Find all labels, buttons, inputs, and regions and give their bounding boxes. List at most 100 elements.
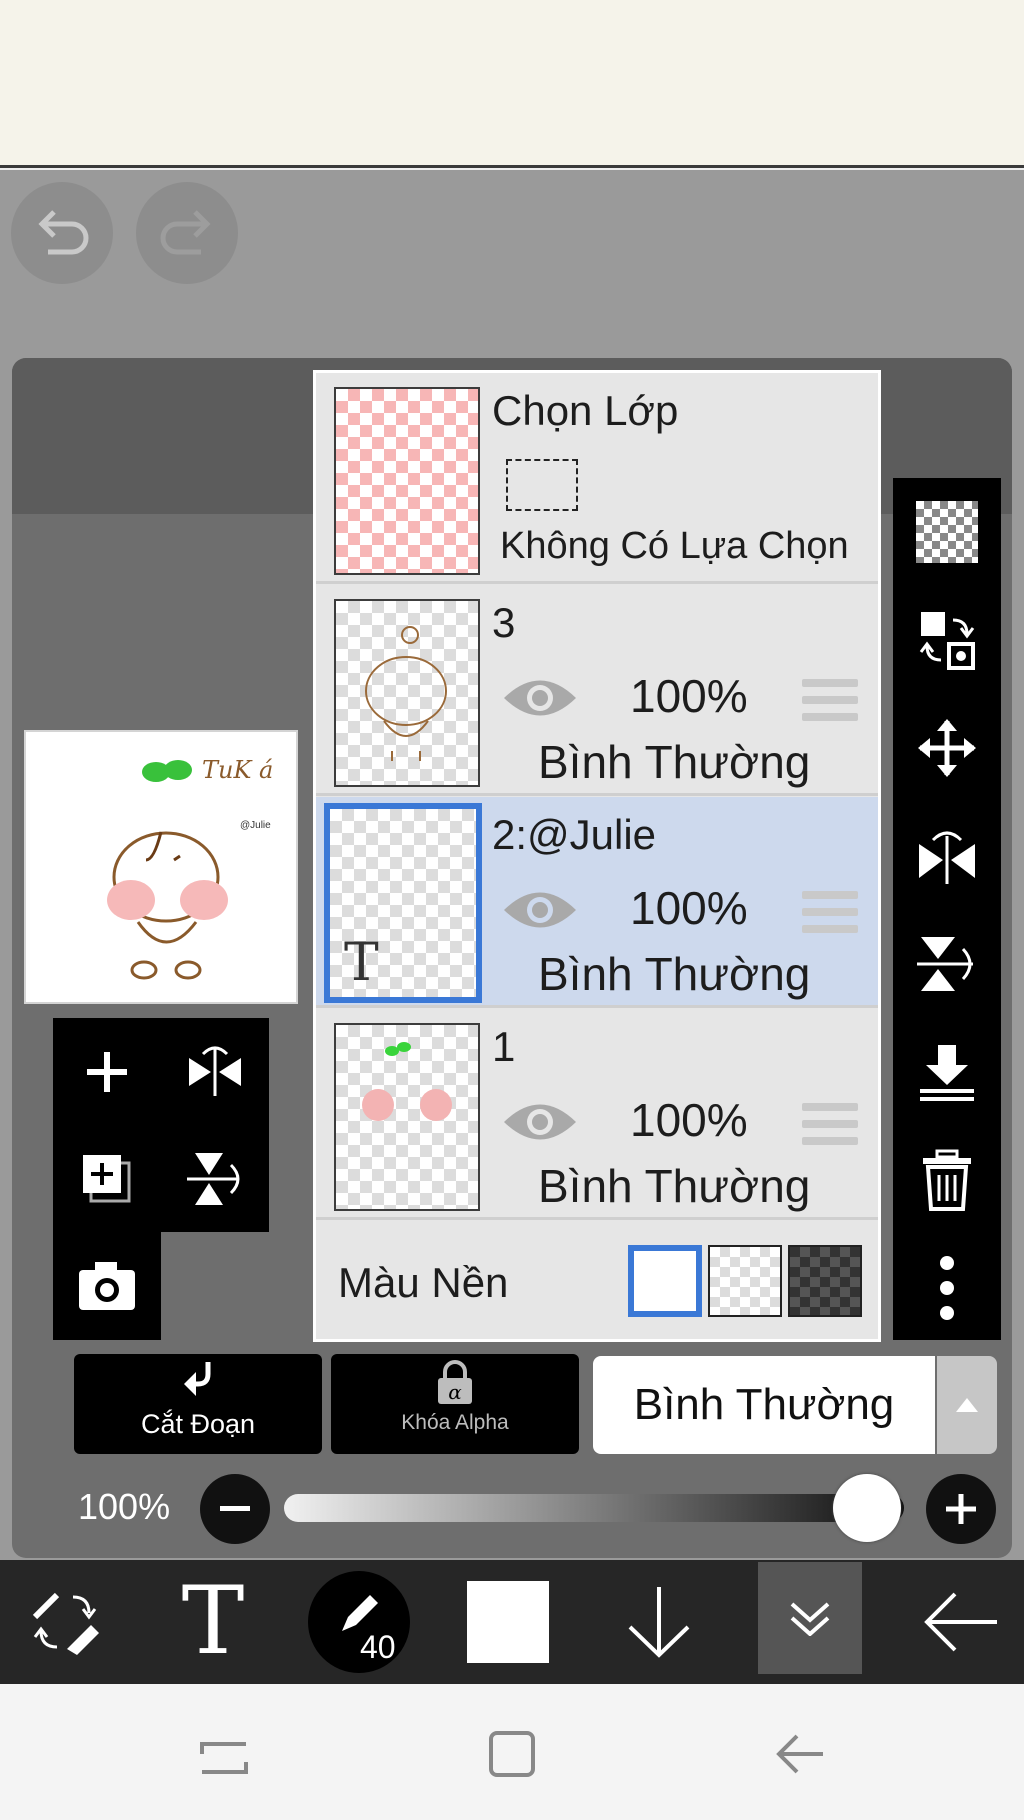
merge-down-button[interactable] — [893, 1018, 1001, 1126]
add-layer-icon — [87, 1051, 127, 1092]
undo-icon — [38, 210, 89, 255]
opacity-slider-track[interactable] — [284, 1494, 904, 1522]
arrow-down-icon — [628, 1587, 690, 1658]
visibility-eye-icon[interactable] — [502, 673, 578, 723]
layers-collapse-button[interactable] — [758, 1562, 862, 1674]
preview-side-text: @Julie — [240, 820, 271, 831]
blend-mode-select[interactable]: Bình Thường — [593, 1356, 935, 1454]
background-color-label: Màu Nền — [338, 1259, 509, 1306]
opacity-increase-button[interactable] — [926, 1474, 996, 1544]
flip-vertical-button[interactable] — [161, 1125, 269, 1232]
selection-marquee-icon — [506, 459, 578, 511]
redo-icon — [160, 210, 211, 255]
selection-layer-row[interactable]: Chọn Lớp Không Có Lựa Chọn — [316, 373, 878, 584]
triangle-up-icon — [956, 1398, 978, 1412]
layer-thumbnail — [334, 599, 480, 787]
recent-apps-icon[interactable] — [200, 1734, 250, 1774]
layer-blend-mode[interactable]: Bình Thường — [538, 735, 810, 789]
swap-transform-button[interactable] — [893, 586, 1001, 694]
layer-name: 2:@Julie — [492, 811, 657, 858]
merge-down-icon — [920, 1045, 974, 1101]
screen: TuK á @Julie Chọn Lớp Không Có Lựa Chọn … — [0, 0, 1024, 1820]
top-bar — [0, 0, 1024, 168]
opacity-slider-knob[interactable] — [832, 1474, 901, 1542]
layer-blend-mode[interactable]: Bình Thường — [538, 1159, 810, 1213]
clip-arrow-icon — [184, 1362, 211, 1396]
background-transparent-swatch[interactable] — [708, 1245, 782, 1317]
flip-vertical-icon — [917, 937, 973, 991]
copy-layer-icon — [83, 1154, 131, 1202]
layer-name: 3 — [492, 599, 516, 646]
svg-text:α: α — [448, 1380, 462, 1404]
transform-tool-icon — [32, 1592, 99, 1655]
drag-handle-icon[interactable] — [802, 679, 858, 721]
camera-button[interactable] — [53, 1232, 161, 1339]
background-color-row: Màu Nền — [316, 1221, 878, 1339]
layer-opacity[interactable]: 100% — [630, 669, 748, 723]
selection-layer-title: Chọn Lớp — [492, 387, 679, 434]
layer-opacity[interactable]: 100% — [630, 1093, 748, 1147]
right-tool-panel — [893, 478, 1001, 1340]
plus-icon — [946, 1494, 976, 1524]
layer-blend-mode[interactable]: Bình Thường — [538, 947, 810, 1001]
layer-row[interactable]: 3 100% Bình Thường — [316, 585, 878, 796]
flip-vertical-icon — [187, 1152, 240, 1205]
brush-tool-button[interactable]: 40 — [306, 1560, 412, 1684]
add-layer-button[interactable] — [53, 1018, 161, 1125]
redo-button[interactable] — [136, 182, 238, 284]
checkerboard-icon — [916, 501, 978, 563]
swap-transform-icon — [919, 612, 975, 670]
drag-handle-icon[interactable] — [802, 891, 858, 933]
left-tool-panel-lower — [53, 1232, 161, 1340]
clip-button[interactable]: Cắt Đoạn — [74, 1354, 322, 1454]
layer-opacity[interactable]: 100% — [630, 881, 748, 935]
nav-back-icon[interactable] — [775, 1732, 825, 1776]
color-swatch-icon — [467, 1581, 549, 1663]
flip-horizontal-button[interactable] — [893, 802, 1001, 910]
camera-icon — [79, 1261, 135, 1310]
text-tool-icon: T — [181, 1567, 245, 1676]
layer-row[interactable]: 1 100% Bình Thường — [316, 1009, 878, 1220]
layer-list: Chọn Lớp Không Có Lựa Chọn 3 100% Bình T… — [313, 370, 881, 1342]
layer-thumbnail — [334, 1023, 480, 1211]
drag-handle-icon[interactable] — [802, 1103, 858, 1145]
flip-vertical-button[interactable] — [893, 910, 1001, 1018]
layer-row-selected[interactable]: T 2:@Julie 100% Bình Thường — [316, 797, 878, 1008]
text-tool-button[interactable]: T — [158, 1560, 268, 1684]
flip-horizontal-button[interactable] — [161, 1018, 269, 1125]
lock-icon: α — [438, 1360, 472, 1404]
trash-icon — [923, 1149, 971, 1211]
left-tool-panel — [53, 1018, 269, 1232]
blend-mode-dropdown-button[interactable] — [937, 1356, 997, 1454]
move-icon — [918, 719, 976, 777]
more-button[interactable] — [893, 1234, 1001, 1342]
opacity-decrease-button[interactable] — [200, 1474, 270, 1544]
system-navigation-bar — [0, 1684, 1024, 1820]
delete-layer-button[interactable] — [893, 1126, 1001, 1234]
background-dark-swatch[interactable] — [788, 1245, 862, 1317]
back-arrow-icon — [924, 1592, 997, 1652]
alpha-lock-label: Khóa Alpha — [401, 1411, 509, 1434]
preview-title-text: TuK á — [202, 756, 274, 784]
text-layer-icon: T — [344, 933, 379, 993]
undo-button[interactable] — [11, 182, 113, 284]
move-button[interactable] — [893, 694, 1001, 802]
transform-tool-button[interactable] — [10, 1560, 120, 1684]
checkerboard-button[interactable] — [893, 478, 1001, 586]
selection-thumbnail — [334, 387, 480, 575]
arrow-down-button[interactable] — [604, 1560, 714, 1684]
copy-layer-button[interactable] — [53, 1125, 161, 1232]
background-white-swatch[interactable] — [628, 1245, 702, 1317]
clip-label: Cắt Đoạn — [140, 1409, 256, 1439]
color-swatch-button[interactable] — [452, 1560, 564, 1684]
back-button[interactable] — [900, 1560, 1020, 1684]
home-icon[interactable] — [488, 1730, 536, 1778]
visibility-eye-icon[interactable] — [502, 1097, 578, 1147]
flip-horizontal-icon — [189, 1046, 241, 1096]
layers-collapse-icon — [790, 1602, 830, 1636]
alpha-lock-button[interactable]: α Khóa Alpha — [331, 1354, 579, 1454]
selection-status-text: Không Có Lựa Chọn — [500, 525, 849, 567]
visibility-eye-icon[interactable] — [502, 885, 578, 935]
flip-horizontal-icon — [919, 831, 975, 884]
layer-thumbnail: T — [324, 803, 482, 1003]
